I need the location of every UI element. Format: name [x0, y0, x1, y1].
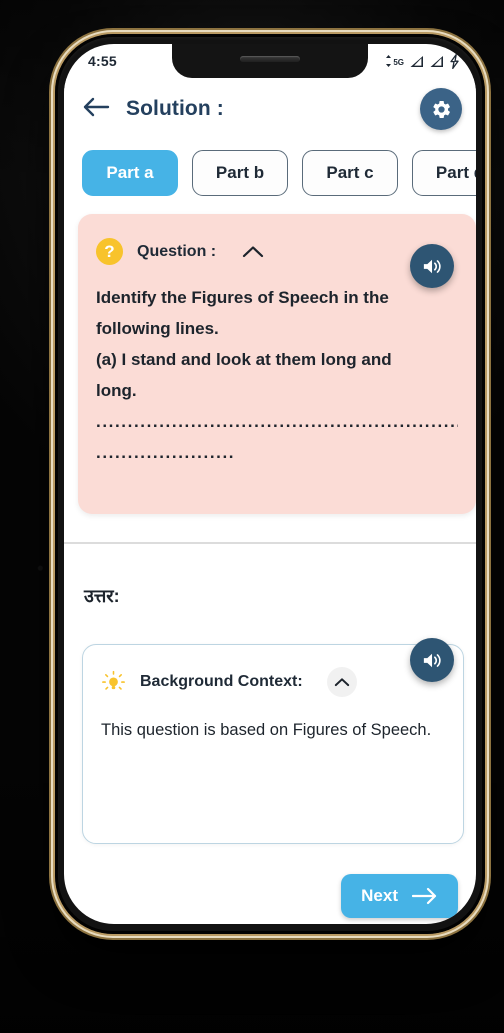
answer-blank-line: ......................	[96, 442, 236, 462]
back-arrow-icon[interactable]	[82, 96, 110, 123]
battery-charging-icon	[450, 53, 459, 69]
lightbulb-icon	[101, 670, 126, 695]
background-context-collapse-toggle[interactable]	[326, 667, 357, 697]
signal-bars-icon	[410, 55, 423, 67]
question-line: following lines.	[96, 318, 219, 338]
section-divider	[64, 542, 476, 544]
question-line: (a) I stand and look at them long and	[96, 349, 392, 369]
status-icons: 5G	[385, 53, 460, 69]
question-label: Question :	[137, 242, 217, 260]
answer-audio-button[interactable]	[410, 638, 454, 682]
question-audio-button[interactable]	[410, 244, 454, 288]
background-context-header[interactable]: Background Context:	[101, 667, 445, 697]
question-line: Identify the Figures of Speech in the	[96, 288, 389, 307]
chevron-up-icon	[243, 246, 264, 258]
question-text: Identify the Figures of Speech in the fo…	[96, 283, 458, 469]
tab-part-c[interactable]: Part c	[302, 150, 398, 196]
status-clock: 4:55	[88, 53, 117, 69]
answer-heading: उत्तर:	[84, 586, 120, 606]
background-context-label: Background Context:	[140, 673, 303, 690]
answer-blank-line: ........................................…	[96, 411, 458, 431]
question-header[interactable]: ? Question :	[96, 238, 458, 265]
speaker-volume-icon	[423, 653, 441, 667]
phone-screen: 4:55 5G Solution: Part a Part b Part c …	[64, 44, 476, 924]
gear-icon	[432, 100, 450, 118]
background-context-body: This question is based on Figures of Spe…	[101, 721, 432, 739]
question-line: long.	[96, 380, 137, 400]
background-context-card: Background Context: This question is bas…	[82, 644, 464, 844]
signal-bars-secondary-icon	[430, 55, 443, 67]
next-button[interactable]: Next	[341, 874, 458, 918]
network-5g-icon: 5G	[385, 55, 404, 67]
phone-device: 4:55 5G Solution: Part a Part b Part c …	[55, 34, 485, 934]
settings-button[interactable]	[420, 88, 462, 130]
network-5g-label: 5G	[393, 58, 404, 67]
arrow-right-icon	[412, 887, 437, 905]
next-button-label: Next	[361, 886, 398, 905]
app-bar: Solution :	[64, 78, 476, 140]
parts-tab-bar[interactable]: Part a Part b Part c Part d	[64, 140, 476, 206]
chevron-up-icon	[334, 678, 349, 687]
speaker-volume-icon	[423, 259, 441, 273]
question-mark-icon: ?	[96, 238, 123, 265]
tab-part-a[interactable]: Part a	[82, 150, 178, 196]
tab-part-b[interactable]: Part b	[192, 150, 288, 196]
page-title: Solution :	[126, 97, 224, 120]
question-collapse-toggle[interactable]	[242, 245, 264, 258]
status-bar: 4:55 5G	[64, 44, 476, 78]
tab-part-d[interactable]: Part d	[412, 150, 476, 196]
